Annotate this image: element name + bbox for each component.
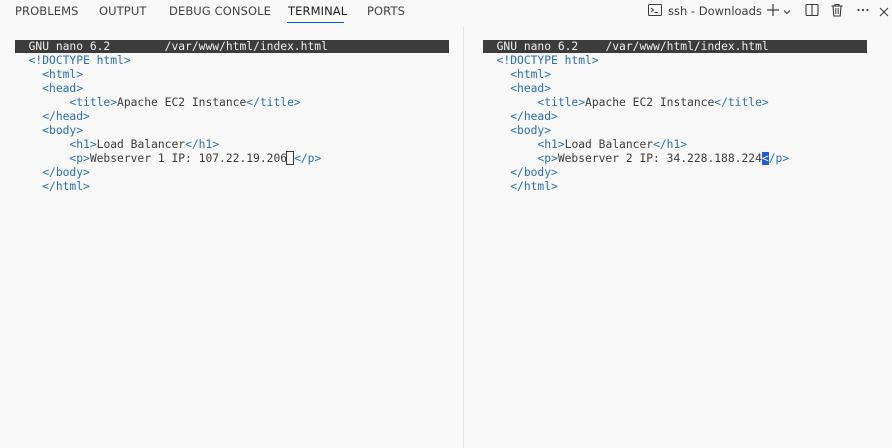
ellipsis-icon [856,2,870,21]
tab-ports[interactable]: PORTS [367,4,405,18]
code-line: <title>Apache EC2 Instance</title> [69,96,301,109]
terminal-left[interactable]: GNU nano 6.2 /var/www/html/index.html <!… [15,40,449,194]
chevron-down-icon [782,2,792,21]
tab-debug-console[interactable]: DEBUG CONSOLE [169,4,271,18]
tab-problems[interactable]: PROBLEMS [15,4,79,18]
terminal-icon [648,3,662,20]
code-line: <head> [42,82,84,95]
kill-terminal-button[interactable] [828,2,846,20]
code-line: <h1>Load Balancer</h1> [537,138,688,151]
more-actions-button[interactable] [854,2,872,20]
split-terminal-button[interactable] [803,2,821,20]
code-line: </body> [510,166,558,179]
code-line: <body> [42,124,84,137]
code-line: <p>Webserver 1 IP: 107.22.19.206 </p> [69,151,322,165]
plus-icon [766,2,780,21]
terminal-panel: PROBLEMS OUTPUT DEBUG CONSOLE TERMINAL P… [0,0,892,448]
code-line: </head> [510,110,558,123]
code-line: <head> [510,82,552,95]
code-line: <title>Apache EC2 Instance</title> [537,96,769,109]
code-line: </html> [42,180,90,193]
code-line: </html> [510,180,558,193]
code-line: <p>Webserver 2 IP: 34.228.188.224</p> [537,152,790,165]
launch-profile-button[interactable] [780,2,794,20]
close-panel-button[interactable] [876,2,892,20]
panel-tab-bar: PROBLEMS OUTPUT DEBUG CONSOLE TERMINAL P… [0,0,892,24]
text-cursor [286,151,295,165]
terminal-right[interactable]: GNU nano 6.2 /var/www/html/index.html <!… [483,40,867,194]
code-line: </body> [42,166,90,179]
nano-title-bar: GNU nano 6.2 /var/www/html/index.html [15,40,449,53]
nano-title-bar: GNU nano 6.2 /var/www/html/index.html [483,40,867,53]
text-cursor: < [761,152,769,165]
split-divider[interactable] [463,26,464,448]
split-icon [805,2,819,21]
code-line: <!DOCTYPE html> [496,54,599,67]
tab-terminal[interactable]: TERMINAL [288,4,347,18]
code-line: <h1>Load Balancer</h1> [69,138,220,151]
code-line: <html> [42,68,84,81]
code-line: </head> [42,110,90,123]
code-line: <!DOCTYPE html> [28,54,131,67]
terminal-selector-label: ssh - Downloads [668,4,762,18]
terminal-selector[interactable]: ssh - Downloads [648,2,762,20]
code-line: <body> [510,124,552,137]
trash-icon [830,2,844,21]
code-line: <html> [510,68,552,81]
active-tab-indicator [287,22,344,23]
tab-output[interactable]: OUTPUT [99,4,146,18]
close-icon [879,2,889,21]
